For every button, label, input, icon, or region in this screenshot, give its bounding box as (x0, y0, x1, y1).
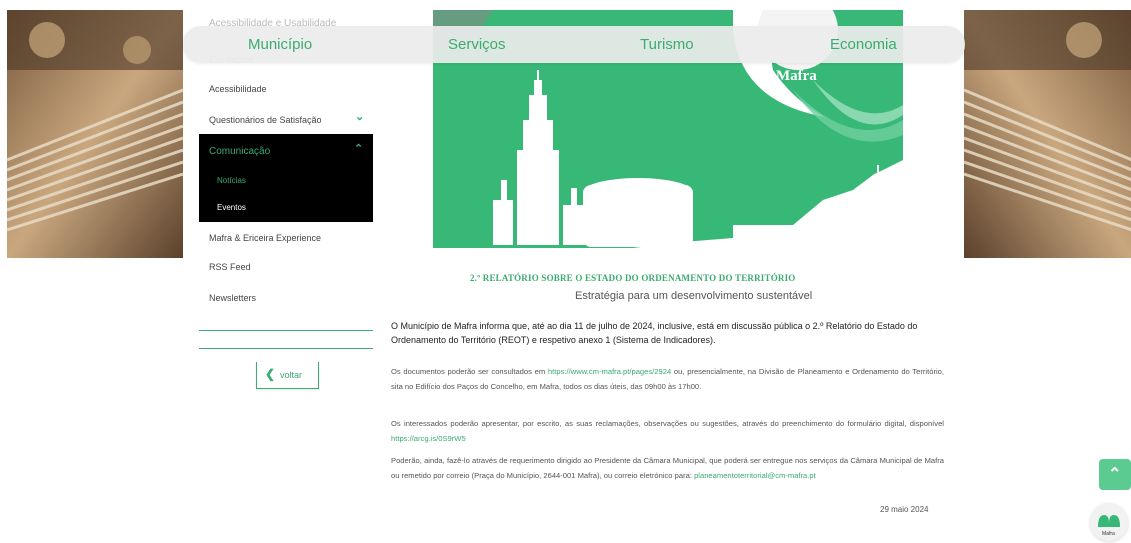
article-paragraph: Os documentos poderão ser consultados em… (391, 367, 944, 391)
back-button[interactable]: ❮ voltar (256, 362, 319, 389)
chevron-up-icon[interactable]: ⌃ (354, 142, 363, 155)
nav-turismo[interactable]: Turismo (640, 36, 694, 53)
sidebar-section-comunicacao: Comunicação ⌃ Notícias Eventos (199, 134, 373, 222)
form-link[interactable]: https://arcg.is/0S9rW5 (391, 434, 466, 443)
sidebar-item-newsletters[interactable]: Newsletters (209, 293, 256, 303)
mafra-logo-button[interactable]: Mafra (1090, 503, 1128, 541)
pages-link[interactable]: https://www.cm-mafra.pt/pages/2924 (548, 367, 671, 376)
sidebar-item-questionarios[interactable]: Questionários de Satisfação (209, 115, 322, 125)
article-paragraph: Poderão, ainda, fazê-lo através de reque… (391, 456, 944, 480)
sidebar-subitem-eventos[interactable]: Eventos (217, 203, 246, 212)
nav-servicos[interactable]: Serviços (448, 36, 506, 53)
nav-economia[interactable]: Economia (830, 36, 897, 53)
main-navigation: Município Serviços Turismo Economia (183, 26, 965, 63)
sidebar-item-experience[interactable]: Mafra & Ericeira Experience (209, 233, 321, 243)
logo-label: Mafra (1102, 531, 1115, 537)
article-date: 29 maio 2024 (880, 505, 929, 514)
scroll-top-button[interactable]: ⌃ (1099, 459, 1131, 490)
nav-municipio[interactable]: Município (248, 36, 312, 53)
article-lead: O Município de Mafra informa que, até ao… (391, 321, 918, 345)
chevron-up-icon: ⌃ (1108, 466, 1122, 483)
sidebar-subitem-noticias[interactable]: Notícias (217, 176, 246, 185)
poster-brand-text: Mafra (776, 68, 817, 84)
chevron-down-icon[interactable]: ⌄ (355, 110, 364, 123)
sidebar-item-acessibilidade[interactable]: Acessibilidade (209, 84, 267, 94)
sidebar-item-rss[interactable]: RSS Feed (209, 262, 251, 272)
sidebar-item-comunicacao[interactable]: Comunicação (209, 146, 270, 157)
left-decorative-photo (7, 10, 183, 258)
right-decorative-photo (964, 10, 1131, 258)
sidebar-divider (199, 348, 373, 349)
article-headline: 2.º RELATÓRIO SOBRE O ESTADO DO ORDENAME… (470, 273, 796, 283)
article-subheadline: Estratégia para um desenvolvimento suste… (575, 290, 813, 302)
sidebar-divider (199, 330, 373, 331)
chevron-left-icon: ❮ (265, 367, 276, 381)
back-button-label: voltar (280, 370, 303, 380)
article-paragraph: Os interessados poderão apresentar, por … (391, 419, 944, 443)
email-link[interactable]: planeamentoterritorial@cm-mafra.pt (694, 471, 816, 480)
